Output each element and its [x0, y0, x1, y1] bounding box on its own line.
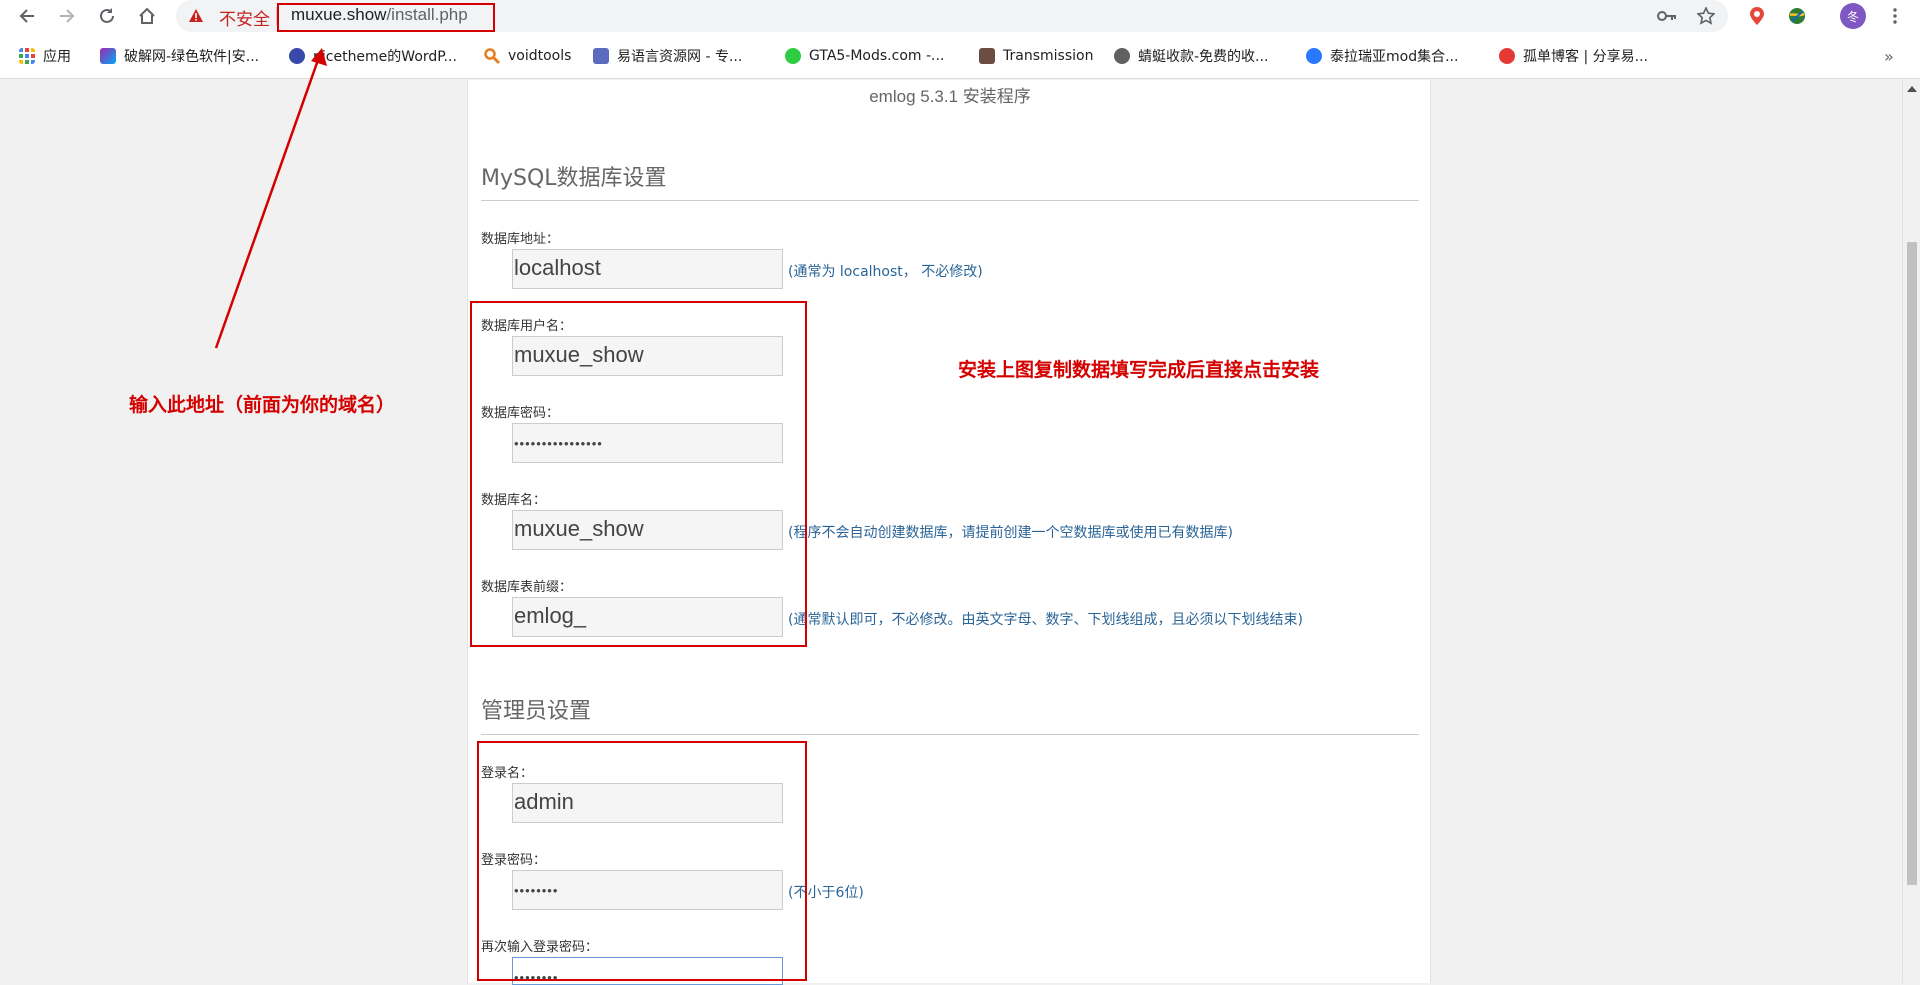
- bookmark-label: Transmission: [1003, 48, 1094, 64]
- nicetheme-icon: [289, 48, 305, 64]
- bookmark-label: 泰拉瑞亚mod集合...: [1330, 49, 1459, 65]
- gta5mods-icon: [785, 48, 801, 64]
- db-host-label: 数据库地址：: [481, 232, 560, 247]
- bookmark-label: 孤单博客 | 分享易...: [1523, 49, 1648, 65]
- key-icon[interactable]: [1655, 4, 1679, 28]
- bookmark-apps[interactable]: 应用: [19, 46, 71, 66]
- bookmark-gta5mods[interactable]: GTA5-Mods.com -...: [785, 46, 944, 66]
- warning-triangle-icon[interactable]: [188, 8, 204, 24]
- pojie-site-icon: [100, 48, 116, 64]
- install-title: emlog 5.3.1 安装程序: [869, 87, 1031, 106]
- bookmark-voidtools[interactable]: voidtools: [484, 46, 571, 66]
- bookmark-qingting[interactable]: 蜻蜓收款-免费的收...: [1114, 46, 1268, 66]
- transmission-icon: [979, 48, 995, 64]
- globe-icon: [1114, 48, 1130, 64]
- scroll-up-arrow-icon[interactable]: [1907, 86, 1917, 92]
- angry-bird-icon: [1499, 48, 1515, 64]
- scrollbar-thumb[interactable]: [1907, 242, 1917, 885]
- baidu-paw-icon: [1306, 48, 1322, 64]
- page-scrollbar[interactable]: [1902, 80, 1920, 983]
- home-icon[interactable]: [134, 3, 160, 29]
- bookmark-gudan[interactable]: 孤单博客 | 分享易...: [1499, 46, 1648, 66]
- more-bookmarks-button[interactable]: »: [1884, 46, 1894, 66]
- bookmark-label: 易语言资源网 - 专...: [617, 49, 743, 65]
- bookmark-pojie[interactable]: 破解网-绿色软件|安...: [100, 46, 259, 66]
- forward-arrow-icon[interactable]: [54, 3, 80, 29]
- db-name-hint: (程序不会自动创建数据库，请提前创建一个空数据库或使用已有数据库): [788, 525, 1233, 541]
- highlight-box-db-credentials: [470, 301, 807, 647]
- back-arrow-icon[interactable]: [14, 3, 40, 29]
- star-icon[interactable]: [1694, 4, 1718, 28]
- db-prefix-hint: (通常默认即可，不必修改。由英文字母、数字、下划线组成，且必须以下划线结束): [788, 612, 1303, 628]
- bookmark-transmission[interactable]: Transmission: [979, 46, 1093, 66]
- db-host-input[interactable]: localhost: [512, 249, 783, 289]
- annotation-fill-and-install: 安装上图复制数据填写完成后直接点击安装: [958, 359, 1320, 381]
- bookmark-nicetheme[interactable]: nicetheme的WordP...: [289, 46, 457, 66]
- security-label[interactable]: 不安全: [219, 5, 270, 30]
- map-pin-icon[interactable]: [1745, 4, 1769, 28]
- section-divider: [481, 734, 1419, 735]
- bookmarks-bar: 应用 破解网-绿色软件|安... nicetheme的WordP... void…: [0, 41, 1920, 71]
- bookmark-terraria[interactable]: 泰拉瑞亚mod集合...: [1306, 46, 1458, 66]
- db-host-hint: (通常为 localhost， 不必修改): [788, 264, 983, 280]
- voidtools-icon: [484, 48, 500, 64]
- reload-icon[interactable]: [94, 3, 120, 29]
- page-viewport: emlog 5.3.1 安装程序 MySQL数据库设置 数据库地址： local…: [0, 80, 1902, 985]
- apps-grid-icon: [19, 48, 35, 64]
- section-divider: [481, 200, 1419, 201]
- admin-section-title: 管理员设置: [481, 699, 592, 724]
- menu-dots-icon[interactable]: [1883, 4, 1907, 28]
- bookmark-label: 破解网-绿色软件|安...: [124, 49, 260, 65]
- yiyuyan-icon: [593, 48, 609, 64]
- bookmark-label: 蜻蜓收款-免费的收...: [1138, 49, 1269, 65]
- bookmark-label: nicetheme的WordP...: [313, 49, 457, 65]
- bookmark-label: GTA5-Mods.com -...: [809, 48, 945, 64]
- annotation-enter-address: 输入此地址（前面为你的域名）: [129, 394, 396, 416]
- bookmark-label: voidtools: [508, 48, 572, 64]
- mysql-section-title: MySQL数据库设置: [481, 166, 667, 191]
- bookmark-yiyuyan[interactable]: 易语言资源网 - 专...: [593, 46, 742, 66]
- profile-avatar[interactable]: 冬: [1840, 3, 1866, 29]
- highlight-box-admin-credentials: [477, 741, 807, 981]
- highlight-box-url: [277, 3, 495, 32]
- bookmark-label: 应用: [43, 49, 71, 65]
- extension-globe-icon[interactable]: [1785, 4, 1809, 28]
